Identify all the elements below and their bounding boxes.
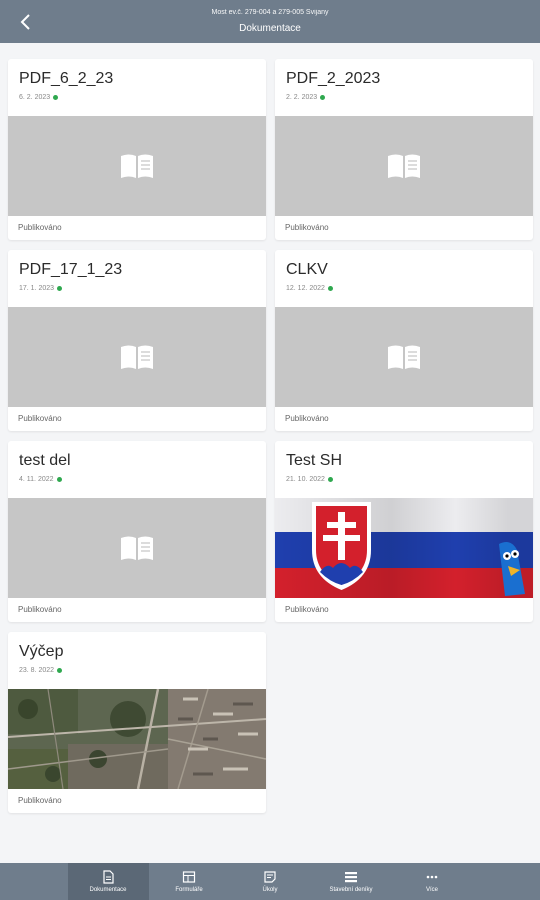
document-status: Publikováno xyxy=(18,223,62,232)
status-dot xyxy=(327,286,333,291)
document-date: 23. 8. 2022 xyxy=(19,667,55,674)
document-status: Publikováno xyxy=(18,605,62,614)
document-icon xyxy=(103,870,114,884)
tab-formulare[interactable]: Formuláře xyxy=(149,863,230,900)
document-date-row: 17. 1. 2023 xyxy=(19,285,63,292)
status-dot xyxy=(56,477,62,482)
tab-label: Více xyxy=(425,887,438,893)
tab-vice[interactable]: Více xyxy=(392,863,473,900)
document-status: Publikováno xyxy=(18,796,62,805)
document-card[interactable]: CLKV 12. 12. 2022 Publikováno xyxy=(275,250,533,431)
status-dot xyxy=(57,286,63,291)
document-date-row: 4. 11. 2022 xyxy=(19,476,62,483)
document-name: test del xyxy=(19,452,71,469)
document-date-row: 12. 12. 2022 xyxy=(286,285,333,292)
tab-dokumentace[interactable]: Dokumentace xyxy=(67,863,149,900)
document-thumbnail xyxy=(8,498,266,598)
document-grid: PDF_6_2_23 6. 2. 2023 Publikováno PDF_2_… xyxy=(0,43,540,863)
tab-label: Stavební deníky xyxy=(329,887,373,893)
document-date: 12. 12. 2022 xyxy=(286,285,325,292)
document-thumbnail xyxy=(8,689,266,789)
tab-stavebni-deniky[interactable]: Stavební deníky xyxy=(311,863,392,900)
document-card[interactable]: PDF_2_2023 2. 2. 2023 Publikováno xyxy=(275,59,533,240)
document-status: Publikováno xyxy=(285,223,329,232)
document-name: PDF_6_2_23 xyxy=(19,70,114,87)
document-status: Publikováno xyxy=(285,414,329,423)
document-date-row: 23. 8. 2022 xyxy=(19,667,63,674)
document-name: PDF_2_2023 xyxy=(286,70,381,87)
document-name: PDF_17_1_23 xyxy=(19,261,123,278)
status-dot xyxy=(320,95,326,100)
status-dot xyxy=(57,668,63,673)
more-icon xyxy=(426,875,438,879)
slovak-flag-image xyxy=(275,498,533,598)
document-thumbnail xyxy=(8,307,266,407)
note-icon xyxy=(264,871,276,883)
app-bar: Most ev.č. 279-004 a 279-005 Svijany Dok… xyxy=(0,0,540,43)
document-status: Publikováno xyxy=(285,605,329,614)
book-icon xyxy=(121,154,153,178)
document-card[interactable]: Test SH 21. 10. 2022 Publikováno xyxy=(275,441,533,622)
document-card[interactable]: Výčep 23. 8. 2022 Publikováno xyxy=(8,632,266,813)
document-date: 4. 11. 2022 xyxy=(19,476,54,483)
aerial-city-image xyxy=(8,689,266,789)
document-card[interactable]: test del 4. 11. 2022 Publikováno xyxy=(8,441,266,622)
document-thumbnail xyxy=(8,116,266,216)
document-card[interactable]: PDF_6_2_23 6. 2. 2023 Publikováno xyxy=(8,59,266,240)
document-thumbnail xyxy=(275,307,533,407)
bottom-navigation: Dokumentace Formuláře Úkoly Stavební den… xyxy=(0,863,540,900)
status-dot xyxy=(53,95,59,100)
page-title: Dokumentace xyxy=(239,23,301,34)
project-subtitle: Most ev.č. 279-004 a 279-005 Svijany xyxy=(211,9,329,16)
document-thumbnail xyxy=(275,498,533,598)
document-date: 21. 10. 2022 xyxy=(286,476,325,483)
document-date: 17. 1. 2023 xyxy=(19,285,55,292)
document-date-row: 2. 2. 2023 xyxy=(286,94,326,101)
document-thumbnail xyxy=(275,116,533,216)
document-name: Výčep xyxy=(19,643,64,660)
document-date: 6. 2. 2023 xyxy=(19,94,51,101)
document-name: Test SH xyxy=(286,452,343,469)
document-name: CLKV xyxy=(286,261,328,278)
tab-label: Úkoly xyxy=(262,887,278,893)
document-status: Publikováno xyxy=(18,414,62,423)
tab-ukoly[interactable]: Úkoly xyxy=(230,863,311,900)
book-icon xyxy=(388,154,420,178)
book-icon xyxy=(121,345,153,369)
book-icon xyxy=(121,536,153,560)
table-icon xyxy=(182,871,196,883)
document-date-row: 21. 10. 2022 xyxy=(286,476,333,483)
list-icon xyxy=(345,872,357,883)
book-icon xyxy=(388,345,420,369)
status-dot xyxy=(327,477,333,482)
tab-label: Dokumentace xyxy=(89,887,127,893)
document-date-row: 6. 2. 2023 xyxy=(19,94,59,101)
tab-label: Formuláře xyxy=(175,887,203,893)
document-card[interactable]: PDF_17_1_23 17. 1. 2023 Publikováno xyxy=(8,250,266,431)
document-date: 2. 2. 2023 xyxy=(286,94,318,101)
